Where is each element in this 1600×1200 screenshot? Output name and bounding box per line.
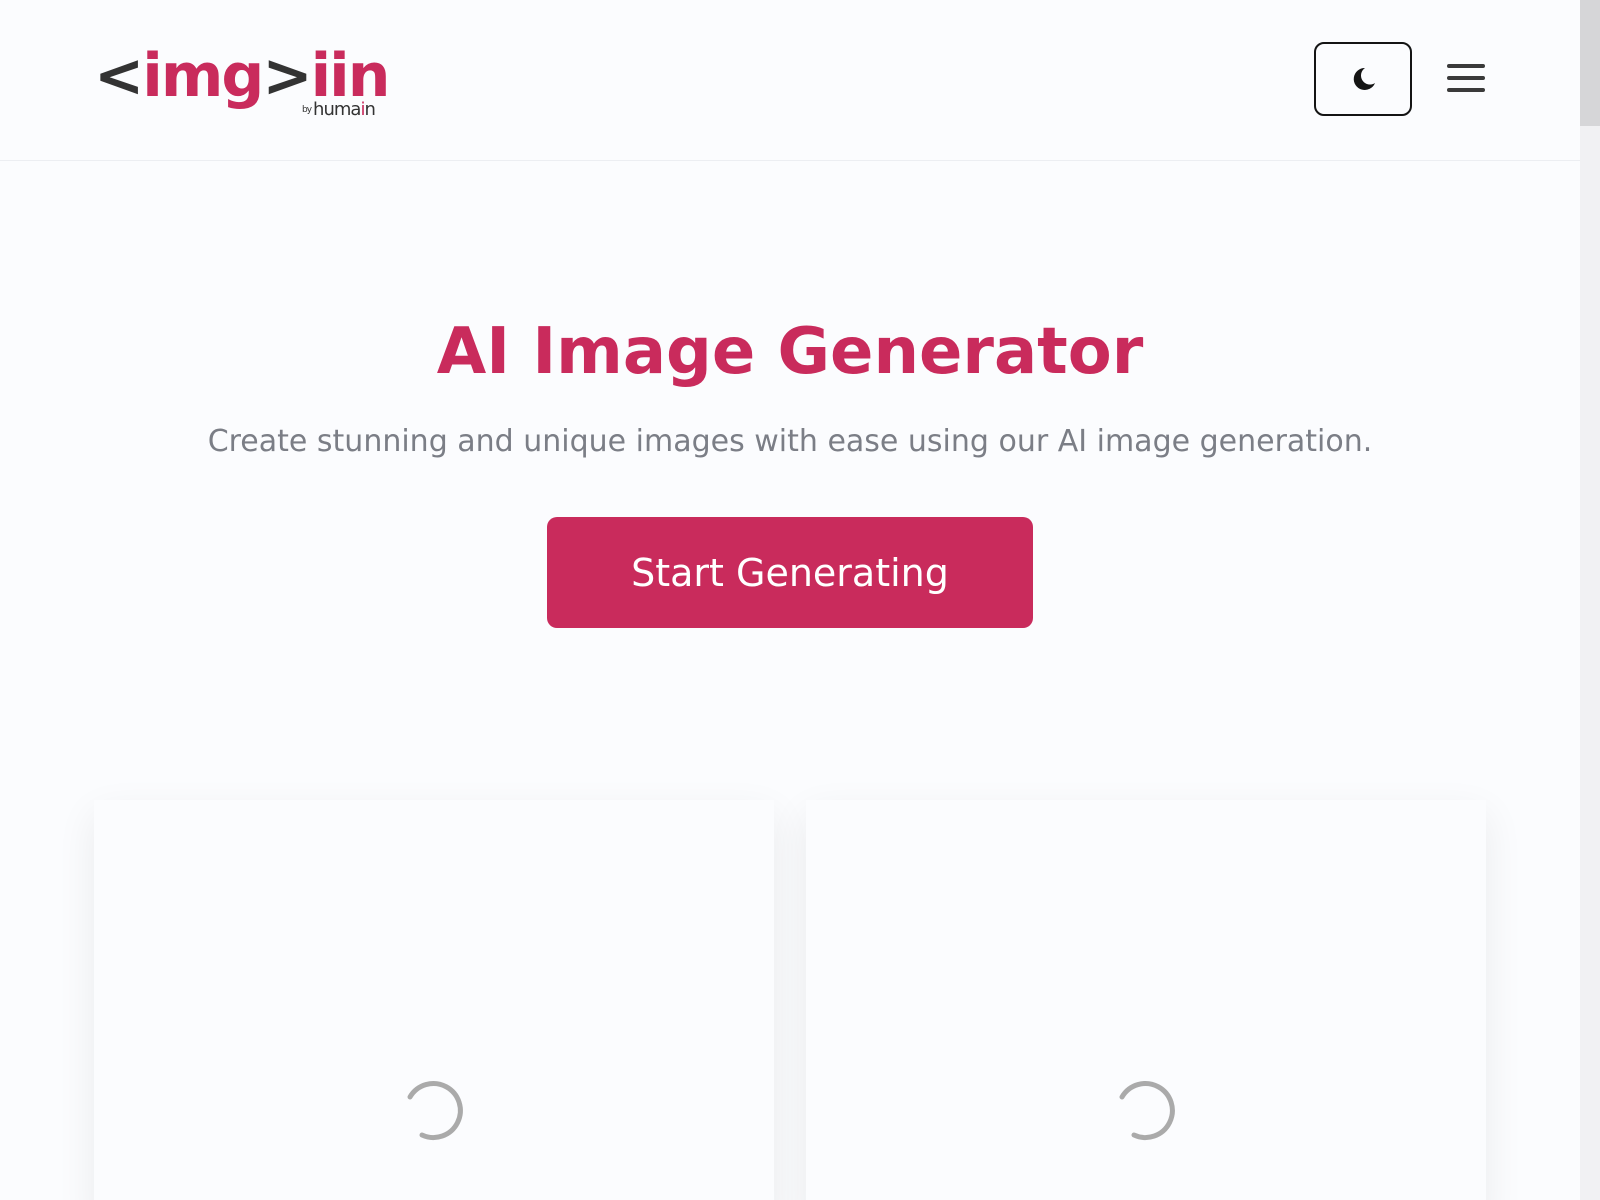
logo-brand-end: n xyxy=(364,99,375,120)
logo-bracket-open: < xyxy=(94,41,144,111)
logo-brand-start: huma xyxy=(313,99,361,120)
site-header: <img>iin by humain xyxy=(0,0,1580,161)
loading-spinner-icon xyxy=(407,1081,463,1140)
image-card[interactable] xyxy=(94,800,774,1200)
hero-subtitle: Create stunning and unique images with e… xyxy=(207,424,1373,459)
scrollbar-thumb[interactable] xyxy=(1580,0,1600,126)
loading-spinner-icon xyxy=(1119,1081,1175,1140)
theme-toggle-button[interactable] xyxy=(1314,42,1412,116)
moon-icon xyxy=(1353,67,1375,90)
page: <img>iin by humain AI Image Generator Cre… xyxy=(0,0,1600,1200)
start-generating-button[interactable]: Start Generating xyxy=(547,517,1033,628)
hamburger-menu-button[interactable] xyxy=(1444,56,1488,100)
logo-by: by xyxy=(302,105,312,115)
logo-byline: by humain xyxy=(302,99,376,120)
image-card[interactable] xyxy=(806,800,1486,1200)
hero-title: AI Image Generator xyxy=(436,315,1144,389)
page-scrollbar[interactable] xyxy=(1580,0,1600,1200)
logo-word-img: img xyxy=(142,41,264,111)
hamburger-menu-icon xyxy=(1447,64,1485,92)
site-logo[interactable]: <img>iin by humain xyxy=(94,36,394,126)
